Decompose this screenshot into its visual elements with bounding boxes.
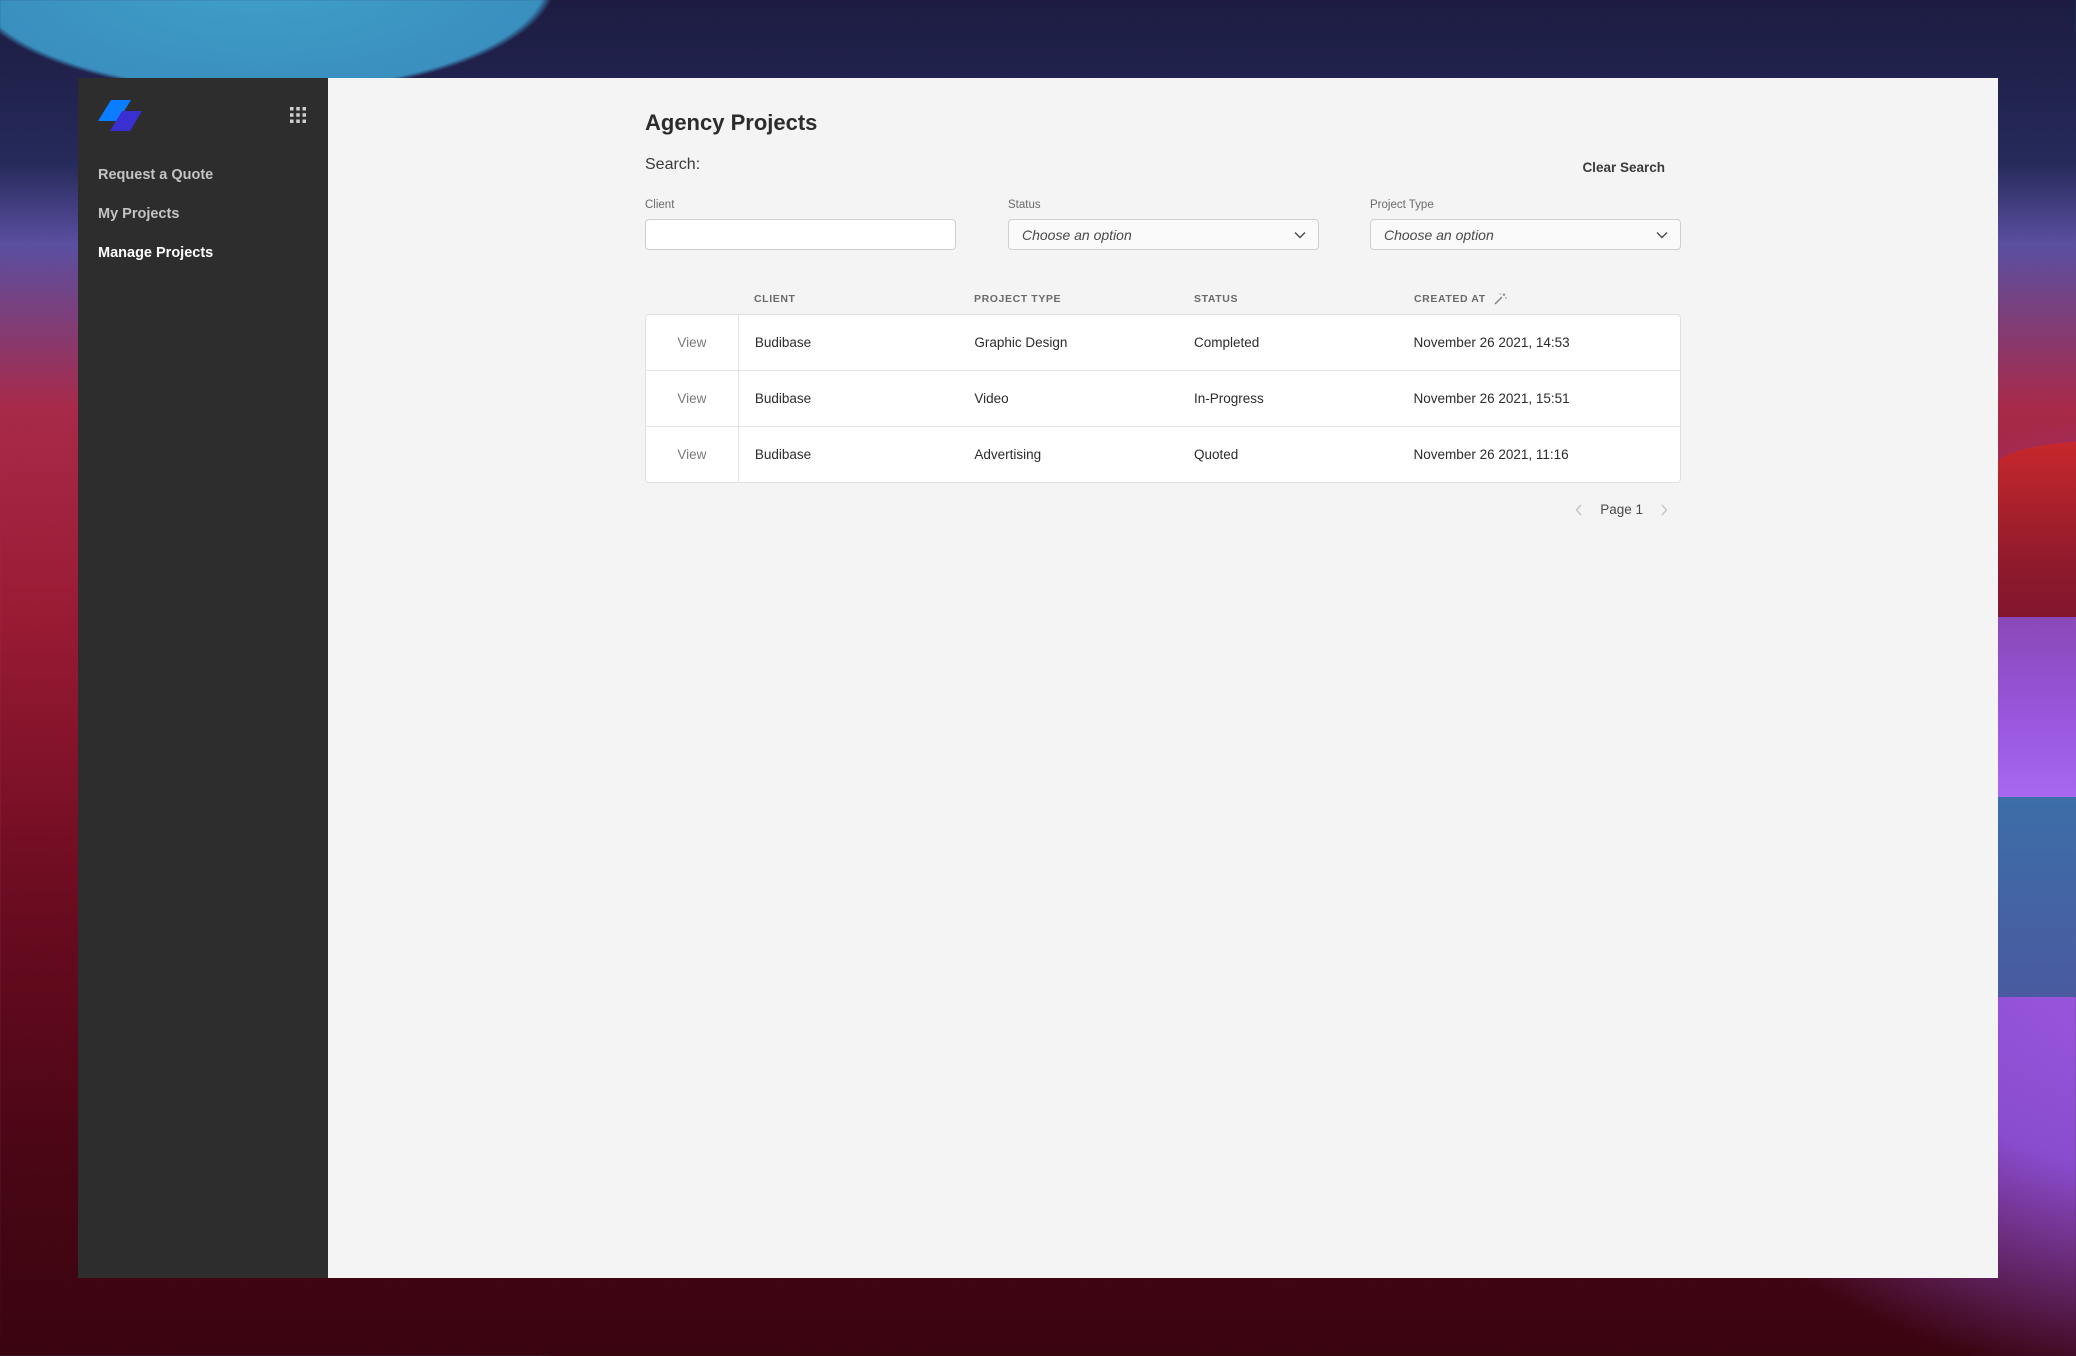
column-header-client[interactable]: Client — [738, 293, 958, 305]
column-header-label: Created At — [1414, 293, 1486, 305]
cell-created-at: November 26 2021, 15:51 — [1413, 391, 1570, 406]
project-type-filter: Project Type Choose an option — [1370, 198, 1681, 250]
cell-project-type: Graphic Design — [974, 335, 1068, 350]
sidebar-item-manage-projects[interactable]: Manage Projects — [98, 242, 213, 281]
client-label: Client — [645, 199, 675, 211]
wallpaper-shape — [1998, 797, 2076, 997]
cell-status: In-Progress — [1193, 391, 1264, 406]
column-header-label: Client — [754, 293, 796, 305]
cell-client: Budibase — [754, 391, 812, 406]
page-indicator: Page 1 — [1600, 502, 1643, 517]
sidebar-item-my-projects[interactable]: My Projects — [98, 203, 213, 242]
app-window: Request a Quote My Projects Manage Proje… — [78, 78, 1998, 1278]
table-header: Client Project Type Status Created At — [645, 284, 1681, 314]
sidebar: Request a Quote My Projects Manage Proje… — [78, 78, 328, 1278]
projects-table: Client Project Type Status Created At — [645, 284, 1681, 483]
status-label: Status — [1008, 199, 1041, 211]
sidebar-item-request-a-quote[interactable]: Request a Quote — [98, 164, 213, 203]
budibase-logo[interactable] — [98, 100, 144, 132]
column-header-status[interactable]: Status — [1178, 293, 1398, 305]
search-label: Search: — [645, 156, 701, 173]
project-type-select[interactable]: Choose an option — [1370, 219, 1681, 250]
cell-client: Budibase — [754, 335, 812, 350]
chevron-down-icon — [1294, 231, 1306, 238]
grid-icon[interactable] — [290, 107, 306, 123]
previous-page-button[interactable] — [1572, 503, 1586, 517]
status-select-placeholder: Choose an option — [1022, 226, 1132, 243]
project-type-label: Project Type — [1370, 199, 1434, 211]
project-type-select-placeholder: Choose an option — [1384, 226, 1494, 243]
column-header-label: Status — [1194, 293, 1239, 305]
chevron-down-icon — [1656, 231, 1668, 238]
cell-project-type: Advertising — [974, 447, 1042, 462]
view-button[interactable]: View — [646, 427, 739, 482]
cell-created-at: November 26 2021, 11:16 — [1413, 447, 1569, 462]
magic-wand-icon[interactable] — [1494, 293, 1507, 305]
next-page-button[interactable] — [1657, 503, 1671, 517]
column-header-created-at[interactable]: Created At — [1398, 293, 1681, 305]
column-header-label: Project Type — [974, 293, 1062, 305]
main-content: Agency Projects Search: Clear Search Cli… — [328, 78, 1998, 1278]
cell-status: Completed — [1193, 335, 1260, 350]
cell-client: Budibase — [754, 447, 812, 462]
wallpaper-shape — [1998, 617, 2076, 797]
table-row: View Budibase Advertising Quoted Novembe… — [646, 427, 1680, 482]
pagination: Page 1 — [1572, 502, 1671, 517]
status-select[interactable]: Choose an option — [1008, 219, 1319, 250]
chevron-right-icon — [1661, 504, 1668, 515]
view-button[interactable]: View — [646, 371, 739, 426]
status-filter: Status Choose an option — [1008, 198, 1319, 250]
table-row: View Budibase Graphic Design Completed N… — [646, 315, 1680, 371]
cell-created-at: November 26 2021, 14:53 — [1413, 335, 1570, 350]
cell-status: Quoted — [1193, 447, 1239, 462]
client-filter: Client — [645, 198, 956, 250]
column-header-project-type[interactable]: Project Type — [958, 293, 1178, 305]
cell-project-type: Video — [974, 391, 1009, 406]
client-input[interactable] — [645, 219, 956, 250]
clear-search-button[interactable]: Clear Search — [1582, 160, 1665, 175]
page-title: Agency Projects — [645, 110, 818, 135]
view-button[interactable]: View — [646, 315, 739, 370]
chevron-left-icon — [1575, 504, 1582, 515]
table-row: View Budibase Video In-Progress November… — [646, 371, 1680, 427]
table-body: View Budibase Graphic Design Completed N… — [645, 314, 1681, 483]
sidebar-nav: Request a Quote My Projects Manage Proje… — [98, 164, 213, 281]
